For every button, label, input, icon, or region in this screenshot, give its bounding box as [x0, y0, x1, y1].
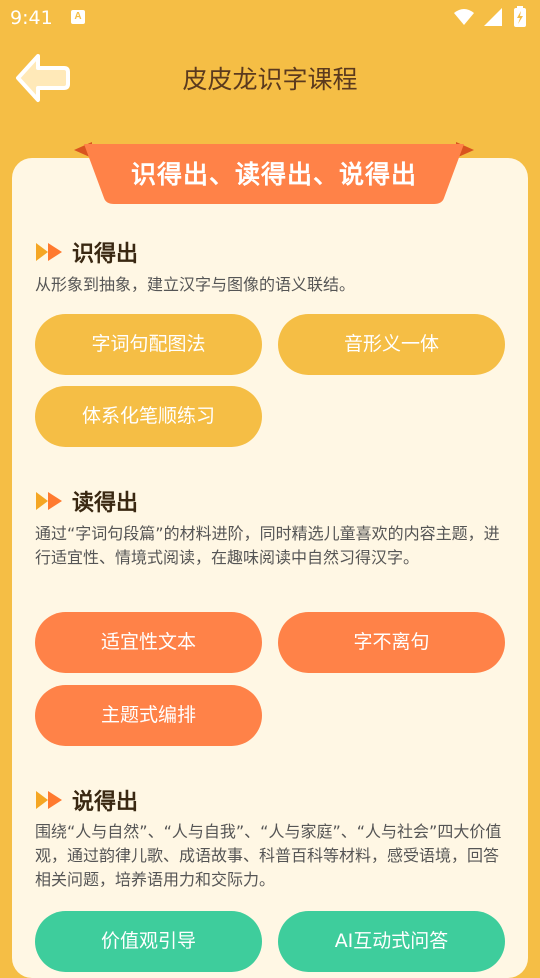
status-bar: 9:41 A [0, 0, 540, 36]
wifi-icon [454, 9, 474, 25]
status-icons [454, 6, 526, 27]
section-header-speak: 说得出 [34, 784, 138, 816]
status-time: 9:41 [10, 7, 53, 29]
notification-icon: A [71, 10, 85, 24]
banner-title: 识得出、读得出、说得出 [130, 160, 417, 189]
section-title: 读得出 [72, 491, 139, 516]
pill-button[interactable]: AI互动式问答 [278, 911, 505, 972]
battery-charging-icon [514, 6, 526, 27]
double-chevron-right-icon [36, 243, 62, 261]
pill-button[interactable]: 适宜性文本 [35, 612, 262, 673]
section-description: 通过“字词句段篇”的材料进阶，同时精选儿童喜欢的内容主题，进行适宜性、情境式阅读… [35, 524, 500, 567]
cell-signal-icon [484, 8, 502, 26]
section-title: 识得出 [72, 242, 139, 267]
section-header-read: 读得出 [34, 485, 138, 517]
pill-button[interactable]: 字不离句 [278, 612, 505, 673]
pill-button[interactable]: 音形义一体 [278, 314, 505, 375]
pill-button[interactable]: 体系化笔顺练习 [35, 386, 262, 447]
pill-button[interactable]: 字词句配图法 [35, 314, 262, 375]
double-chevron-right-icon [36, 492, 62, 510]
section-description: 从形象到抽象，建立汉字与图像的语义联结。 [35, 275, 356, 294]
section-header-recognize: 识得出 [34, 236, 138, 268]
section-description: 围绕“人与自然”、“人与自我”、“人与家庭”、“人与社会”四大价值观，通过韵律儿… [35, 822, 502, 889]
pill-button[interactable]: 主题式编排 [35, 685, 262, 746]
section-title: 说得出 [72, 790, 139, 815]
pill-button[interactable]: 价值观引导 [35, 911, 262, 972]
page-title: 皮皮龙识字课程 [182, 65, 358, 94]
double-chevron-right-icon [36, 791, 62, 809]
